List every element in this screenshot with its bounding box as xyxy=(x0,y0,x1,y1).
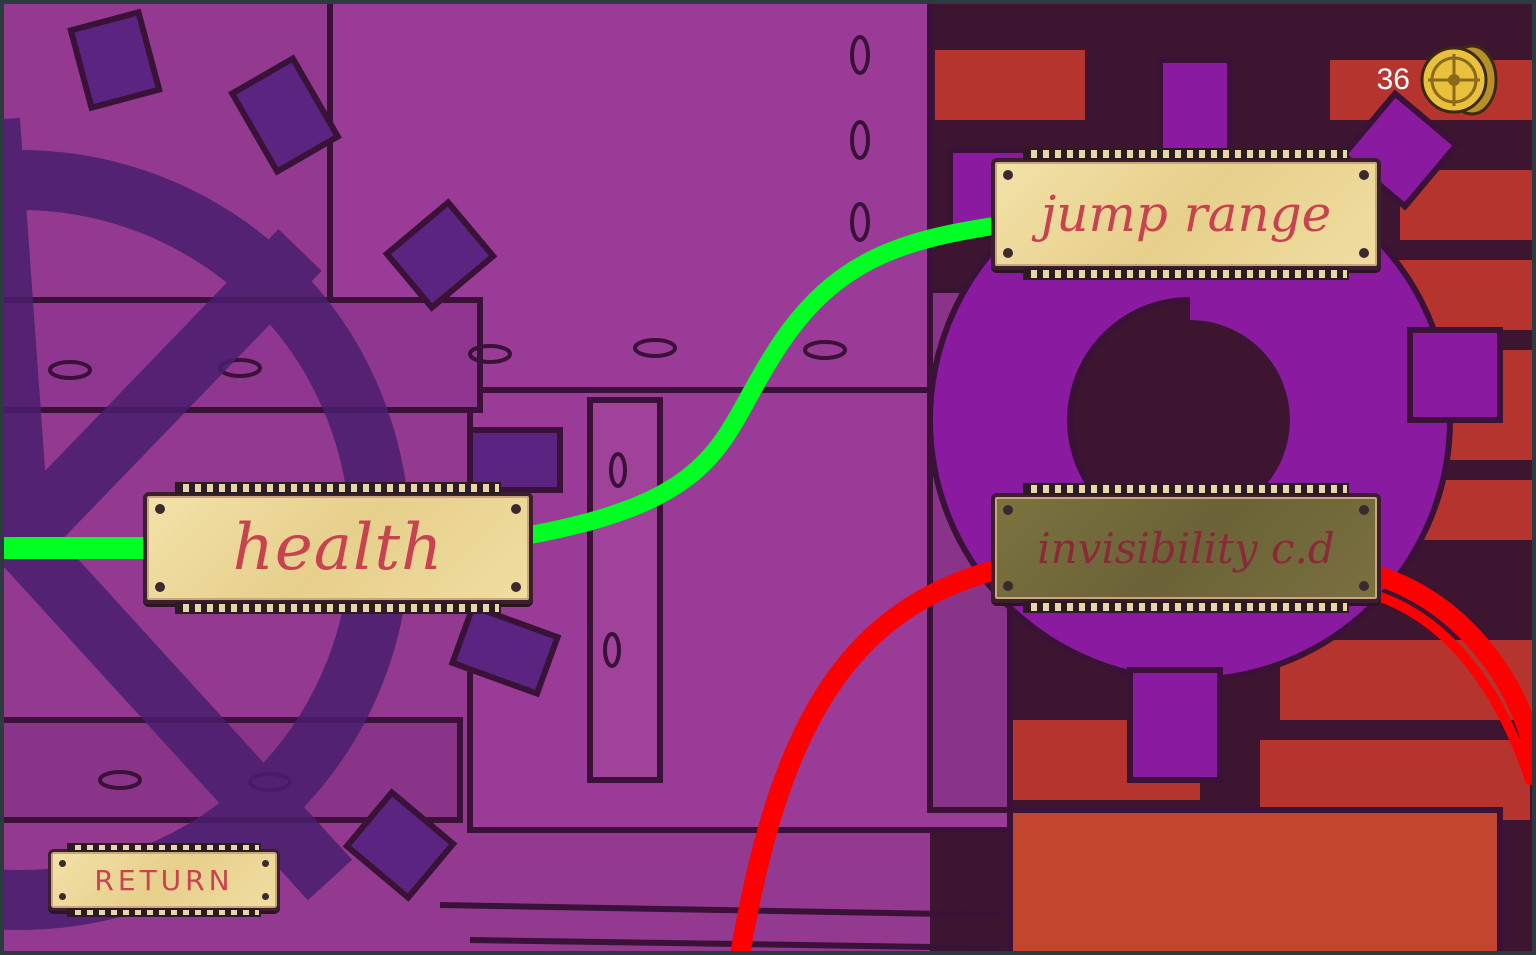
bolt-icon xyxy=(511,504,521,514)
bolt-icon xyxy=(262,860,269,867)
plaque-edge xyxy=(1023,601,1349,613)
bolt-icon xyxy=(59,860,66,867)
bolt-icon xyxy=(155,504,165,514)
bolt-icon xyxy=(1359,248,1369,258)
plaque-edge xyxy=(1023,148,1349,160)
skill-label: health xyxy=(232,511,444,585)
plaque-edge xyxy=(67,843,261,852)
skill-node-health[interactable]: health xyxy=(143,482,533,614)
bolt-icon xyxy=(155,582,165,592)
bolt-icon xyxy=(511,582,521,592)
bolt-icon xyxy=(1359,581,1369,591)
background-scene xyxy=(0,0,1536,955)
return-label: RETURN xyxy=(94,863,234,897)
bolt-icon xyxy=(1003,505,1013,515)
bolt-icon xyxy=(1003,248,1013,258)
coin-count: 36 xyxy=(1376,63,1410,96)
bolt-icon xyxy=(1003,581,1013,591)
skill-label: jump range xyxy=(1040,185,1332,243)
plaque-edge xyxy=(1023,483,1349,495)
skill-node-jump-range[interactable]: jump range xyxy=(991,148,1381,280)
coin-counter: 36 xyxy=(1377,42,1500,118)
bolt-icon xyxy=(1359,170,1369,180)
bolt-icon xyxy=(1003,170,1013,180)
plaque-edge xyxy=(67,908,261,917)
plaque-edge xyxy=(1023,268,1349,280)
return-button[interactable]: RETURN xyxy=(48,843,280,917)
gold-coin-icon xyxy=(1420,44,1498,116)
skill-node-invisibility-cd[interactable]: invisibility c.d xyxy=(991,483,1381,613)
bolt-icon xyxy=(1359,505,1369,515)
bolt-icon xyxy=(59,893,66,900)
skill-label: invisibility c.d xyxy=(1037,523,1335,573)
bolt-icon xyxy=(262,893,269,900)
plaque-edge xyxy=(175,482,501,494)
plaque-edge xyxy=(175,602,501,614)
